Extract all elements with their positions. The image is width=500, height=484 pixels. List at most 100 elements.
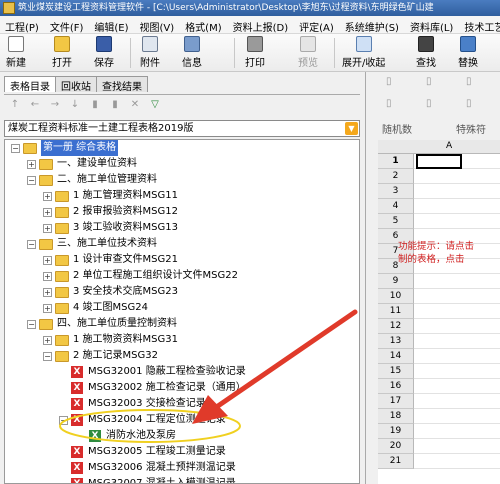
table-item[interactable]: X MSG32007 混凝土入模测温记录 bbox=[71, 476, 236, 483]
row-header[interactable]: 9 bbox=[378, 274, 414, 289]
table-item[interactable]: X MSG32005 工程竣工测量记录 bbox=[71, 444, 226, 460]
row-header[interactable]: 5 bbox=[378, 214, 414, 229]
tree-node[interactable]: − 2 施工记录MSG32 bbox=[43, 348, 158, 364]
tree-node[interactable]: + 2 报审报验资料MSG12 bbox=[43, 204, 178, 220]
row-header[interactable]: 4 bbox=[378, 199, 414, 214]
tree-node[interactable]: + 1 设计审查文件MSG21 bbox=[43, 252, 178, 268]
row-header[interactable]: 2 bbox=[378, 169, 414, 184]
table-instance[interactable]: X 消防水池及泵房 bbox=[89, 428, 176, 444]
copy-icon[interactable]: ▮ bbox=[88, 99, 102, 111]
open-button[interactable]: 打开 bbox=[52, 36, 72, 70]
new-button[interactable]: 新建 bbox=[6, 36, 26, 70]
collapse-icon[interactable]: − bbox=[11, 143, 20, 153]
delete-icon[interactable]: ✕ bbox=[128, 99, 142, 111]
collapse-icon[interactable]: − bbox=[27, 175, 36, 185]
expand-icon[interactable]: + bbox=[27, 159, 36, 169]
random-number-button[interactable]: 随机数 bbox=[382, 121, 412, 136]
expand-icon[interactable]: + bbox=[43, 335, 52, 345]
column-a-label[interactable]: A bbox=[446, 141, 452, 151]
filter-icon[interactable]: ▽ bbox=[148, 99, 162, 111]
save-button[interactable]: 保存 bbox=[94, 36, 114, 70]
collapse-icon[interactable]: − bbox=[27, 319, 36, 329]
table-item[interactable]: − X MSG32004 工程定位测量记录 bbox=[59, 412, 226, 428]
format-icon[interactable]: ▯ bbox=[466, 76, 472, 87]
menu-evaluate[interactable]: 评定(A) bbox=[294, 16, 340, 34]
collapse-icon[interactable]: − bbox=[43, 351, 52, 361]
collapse-icon[interactable]: − bbox=[27, 239, 36, 249]
info-button[interactable]: 信息 bbox=[182, 36, 202, 70]
menu-system[interactable]: 系统维护(S) bbox=[340, 16, 405, 34]
row-header[interactable]: 3 bbox=[378, 184, 414, 199]
down-arrow-icon[interactable]: ↓ bbox=[68, 99, 82, 111]
sheet-grid[interactable]: 1 2 3 4 5 6 7 8 9 10 11 12 13 14 15 16 17 18 19 20 21 功能提示：请… bbox=[378, 154, 500, 484]
special-symbol-button[interactable]: 特殊符 bbox=[456, 121, 486, 136]
row-header[interactable]: 20 bbox=[378, 439, 414, 454]
expand-icon[interactable]: + bbox=[43, 271, 52, 281]
row-header[interactable]: 18 bbox=[378, 409, 414, 424]
menu-project[interactable]: 工程(P) bbox=[0, 16, 45, 34]
expand-icon[interactable]: + bbox=[43, 303, 52, 313]
align-icon[interactable]: ▯ bbox=[386, 98, 392, 109]
tree-node[interactable]: + 3 竣工验收资料MSG13 bbox=[43, 220, 178, 236]
table-item[interactable]: X MSG32003 交接检查记录 bbox=[71, 396, 206, 412]
attach-button[interactable]: 附件 bbox=[140, 36, 160, 70]
tree-node[interactable]: + 4 竣工图MSG24 bbox=[43, 300, 148, 316]
row-header[interactable]: 16 bbox=[378, 379, 414, 394]
up-arrow-icon[interactable]: ↑ bbox=[8, 99, 22, 111]
row-header[interactable]: 15 bbox=[378, 364, 414, 379]
tree-node[interactable]: + 1 施工物资资料MSG31 bbox=[43, 332, 178, 348]
expand-icon[interactable]: + bbox=[43, 207, 52, 217]
replace-button[interactable]: 替换 bbox=[458, 36, 478, 70]
tree-node[interactable]: + 一、建设单位资料 bbox=[27, 156, 137, 172]
table-item[interactable]: X MSG32006 混凝土预拌测温记录 bbox=[71, 460, 236, 476]
row-header[interactable]: 13 bbox=[378, 334, 414, 349]
print-button[interactable]: 打印 bbox=[245, 36, 265, 70]
row-header[interactable]: 21 bbox=[378, 454, 414, 469]
menu-library[interactable]: 资料库(L) bbox=[405, 16, 459, 34]
preview-button[interactable]: 预览 bbox=[298, 36, 318, 70]
selected-cell[interactable] bbox=[416, 154, 462, 169]
border-icon[interactable]: ▯ bbox=[466, 98, 472, 109]
collapse-icon[interactable]: − bbox=[59, 415, 68, 425]
row-header[interactable]: 1 bbox=[378, 154, 414, 169]
menu-edit[interactable]: 编辑(E) bbox=[89, 16, 134, 34]
paste-icon[interactable]: ▮ bbox=[108, 99, 122, 111]
table-item[interactable]: X MSG32001 隐蔽工程检查验收记录 bbox=[71, 364, 246, 380]
row-header[interactable]: 10 bbox=[378, 289, 414, 304]
menu-report[interactable]: 资料上报(D) bbox=[228, 16, 295, 34]
menu-view[interactable]: 视图(V) bbox=[135, 16, 181, 34]
row-header[interactable]: 17 bbox=[378, 394, 414, 409]
table-item[interactable]: X MSG32002 施工检查记录（通用） bbox=[71, 380, 246, 396]
paste-icon[interactable]: ▯ bbox=[426, 76, 432, 87]
menu-technique[interactable]: 技术工艺(J bbox=[459, 16, 500, 34]
expand-icon[interactable]: + bbox=[43, 287, 52, 297]
tree-node[interactable]: + 1 施工管理资料MSG11 bbox=[43, 188, 178, 204]
tree-node[interactable]: − 三、施工单位技术资料 bbox=[27, 236, 157, 252]
row-header[interactable]: 12 bbox=[378, 319, 414, 334]
find-button[interactable]: 查找 bbox=[416, 36, 436, 70]
merge-icon[interactable]: ▯ bbox=[426, 98, 432, 109]
row-header[interactable]: 11 bbox=[378, 304, 414, 319]
tab-search-results[interactable]: 查找结果 bbox=[96, 76, 148, 93]
left-arrow-icon[interactable]: ← bbox=[28, 99, 42, 111]
chevron-down-icon[interactable]: ▼ bbox=[345, 122, 358, 135]
expand-collapse-button[interactable]: 展开/收起 bbox=[342, 36, 385, 70]
menu-format[interactable]: 格式(M) bbox=[180, 16, 227, 34]
expand-icon[interactable]: + bbox=[43, 191, 52, 201]
tree-node-book[interactable]: − 第一册 综合表格 bbox=[11, 140, 119, 156]
copy-icon[interactable]: ▯ bbox=[386, 76, 392, 87]
tab-catalog[interactable]: 表格目录 bbox=[4, 76, 56, 93]
row-header[interactable]: 14 bbox=[378, 349, 414, 364]
expand-icon[interactable]: + bbox=[43, 223, 52, 233]
expand-icon[interactable]: + bbox=[43, 255, 52, 265]
tree-node[interactable]: + 2 单位工程施工组织设计文件MSG22 bbox=[43, 268, 238, 284]
menu-file[interactable]: 文件(F) bbox=[45, 16, 90, 34]
tree-node[interactable]: − 二、施工单位管理资料 bbox=[27, 172, 157, 188]
tree-node[interactable]: − 四、施工单位质量控制资料 bbox=[27, 316, 177, 332]
tab-recycle-bin[interactable]: 回收站 bbox=[55, 76, 97, 93]
tree-node[interactable]: + 3 安全技术交底MSG23 bbox=[43, 284, 178, 300]
right-arrow-icon[interactable]: → bbox=[48, 99, 62, 111]
row-header[interactable]: 19 bbox=[378, 424, 414, 439]
standard-select[interactable]: 煤炭工程资料标准一土建工程表格2019版 ▼ bbox=[4, 120, 360, 137]
catalog-tree: − 第一册 综合表格 + 一、建设单位资料 − 二、施工单位管理资料 + 1 施… bbox=[4, 139, 360, 484]
